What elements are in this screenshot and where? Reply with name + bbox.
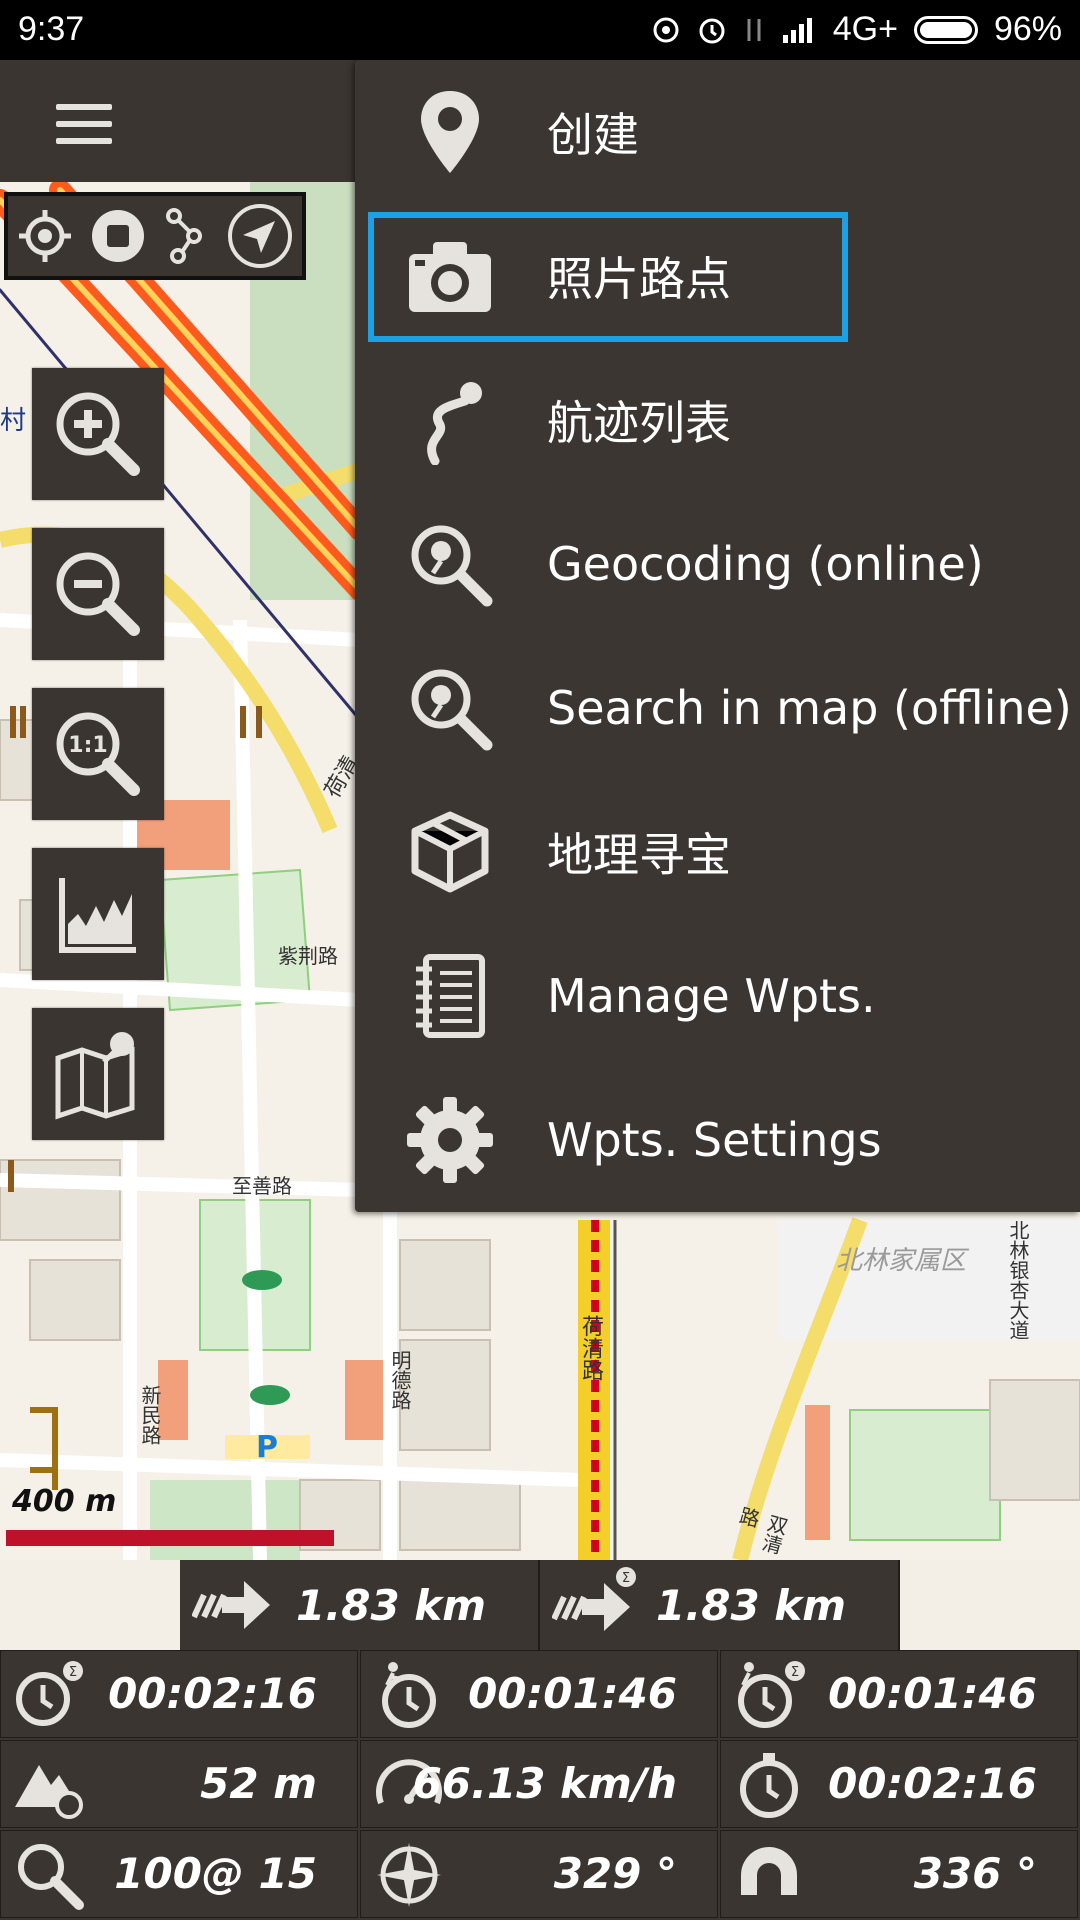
zoom-one-to-one-icon: 1:1 [56, 712, 140, 796]
distance-cell[interactable]: 1.83 km [180, 1560, 540, 1650]
dashboard-cell[interactable]: 329 ° [360, 1830, 718, 1918]
gear-icon [407, 1097, 493, 1183]
stop-icon[interactable] [90, 208, 146, 264]
cube-icon [411, 811, 489, 893]
alarm-icon [699, 18, 725, 43]
menu-item-label: Manage Wpts. [547, 969, 876, 1023]
dashboard-cell[interactable]: 66.13 km/h [360, 1740, 718, 1828]
map-label-road: 紫荆路 [278, 944, 338, 968]
menu-item-label: Geocoding (online) [547, 537, 984, 591]
distance-value: 1.83 km [656, 1580, 846, 1630]
status-bar: 9:37 4G+ 96% [0, 0, 1080, 60]
dashboard-value: 336 ° [913, 1849, 1037, 1898]
dashboard-value: 00:01:46 [828, 1669, 1037, 1718]
battery-percent: 96% [993, 10, 1062, 48]
data-transfer-icon [747, 18, 761, 41]
menu-icon[interactable] [56, 104, 112, 144]
focus-highlight [368, 212, 848, 342]
dashboard-cell[interactable]: 100@ 15 [0, 1830, 358, 1918]
waypoints-icon[interactable] [164, 208, 210, 264]
zoom-in-icon [56, 392, 140, 476]
gps-target-icon[interactable] [17, 208, 73, 264]
menu-item-label: Search in map (offline) [547, 681, 1072, 735]
map-label-area: 北林家属区 [836, 1246, 967, 1276]
notebook-icon [416, 954, 485, 1038]
menu-item-label: Wpts. Settings [547, 1113, 882, 1167]
map-pin-icon [421, 91, 479, 173]
svg-text:Σ: Σ [69, 1665, 77, 1680]
menu-item-label: 航迹列表 [547, 396, 731, 450]
svg-text:Σ: Σ [622, 1571, 630, 1586]
map-label-road: 荷清路 [578, 1315, 603, 1381]
distance-sum-arrow-icon: Σ [552, 1567, 636, 1631]
elevation-chart-icon [59, 878, 136, 953]
menu-item-manage-waypoints[interactable]: Manage Wpts. [355, 924, 1080, 1068]
map-pin-search-icon [55, 1032, 135, 1120]
svg-text:1:1: 1:1 [68, 733, 107, 758]
dashboard-value: 52 m [200, 1759, 317, 1808]
distance-value: 1.83 km [296, 1580, 486, 1630]
track-icon [427, 382, 482, 465]
dashboard-value: 00:02:16 [828, 1759, 1037, 1808]
svg-text:Σ: Σ [791, 1665, 799, 1680]
moving-timer-icon [382, 1662, 436, 1728]
compass-icon [377, 1843, 441, 1907]
map-label-edge: 村 [0, 406, 27, 436]
zoom-reset-button[interactable]: 1:1 [32, 688, 164, 820]
dashboard-cell[interactable]: 00:01:46 [360, 1650, 718, 1738]
menu-item-search-offline[interactable]: Search in map (offline) [355, 636, 1080, 780]
parking-label: P [256, 1430, 278, 1465]
distance-row: 1.83 km Σ 1.83 km [180, 1560, 900, 1650]
menu-item-waypoint-settings[interactable]: Wpts. Settings [355, 1068, 1080, 1212]
magnet-icon [741, 1847, 797, 1905]
battery-icon [913, 15, 978, 44]
zoom-level-icon [18, 1844, 84, 1910]
top-bar [0, 60, 360, 182]
menu-item-label: 创建 [547, 108, 639, 162]
hotspot-icon [653, 17, 679, 42]
moving-timer-sum-icon: Σ [738, 1661, 805, 1728]
dashboard-value: 329 ° [553, 1849, 677, 1898]
map-select-button[interactable] [32, 1008, 164, 1140]
dashboard-cell[interactable]: 52 m [0, 1740, 358, 1828]
zoom-in-button[interactable] [32, 368, 164, 500]
zoom-out-icon [56, 552, 140, 636]
dashboard-value: 00:02:16 [108, 1669, 317, 1718]
distance-arrow-icon [192, 1581, 270, 1629]
menu-item-geocoding[interactable]: Geocoding (online) [355, 492, 1080, 636]
stopwatch-sum-icon: Σ [16, 1661, 83, 1726]
network-type: 4G+ [832, 10, 898, 48]
scale-label: 400 m [12, 1484, 117, 1519]
stopwatch-icon [740, 1753, 798, 1818]
map-label-road: 新民路 [138, 1385, 162, 1445]
scale-bar [6, 1530, 334, 1546]
navigate-icon[interactable] [227, 203, 293, 269]
altitude-icon [15, 1765, 83, 1819]
dashboard-cell[interactable]: 336 ° [720, 1830, 1078, 1918]
zoom-out-button[interactable] [32, 528, 164, 660]
map-label-road: 明德路 [388, 1350, 412, 1410]
dashboard-value: 00:01:46 [468, 1669, 677, 1718]
signal-icon [782, 17, 812, 43]
dashboard-value: 100@ 15 [114, 1849, 317, 1898]
dashboard-value: 66.13 km/h [412, 1759, 677, 1808]
menu-item-create[interactable]: 创建 [355, 60, 1080, 204]
total-distance-cell[interactable]: Σ 1.83 km [540, 1560, 900, 1650]
search-pin-icon [411, 525, 493, 607]
status-time: 9:37 [18, 10, 85, 48]
dashboard-cell[interactable]: Σ 00:01:46 [720, 1650, 1078, 1738]
map-label-road: 至善路 [232, 1174, 292, 1198]
elevation-chart-button[interactable] [32, 848, 164, 980]
search-pin-icon [411, 669, 493, 751]
menu-item-track-list[interactable]: 航迹列表 [355, 348, 1080, 492]
map-label-road: 北林银杏大道 [1006, 1220, 1030, 1340]
dashboard-cell[interactable]: 00:02:16 [720, 1740, 1078, 1828]
record-toolbar [4, 192, 306, 280]
menu-item-geocaching[interactable]: 地理寻宝 [355, 780, 1080, 924]
dashboard-cell[interactable]: Σ 00:02:16 [0, 1650, 358, 1738]
menu-item-label: 地理寻宝 [547, 828, 731, 882]
trip-dashboard: Σ 00:02:16 00:01:46 Σ 00:01:46 52 m 66.1… [0, 1650, 1080, 1920]
